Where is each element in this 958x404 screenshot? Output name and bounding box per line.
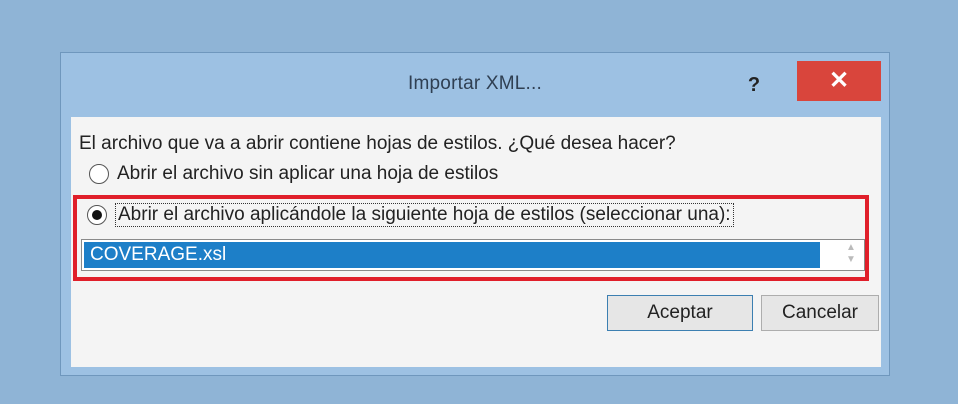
dialog-body: El archivo que va a abrir contiene hojas…: [71, 117, 881, 367]
stylesheet-item-selected[interactable]: COVERAGE.xsl: [84, 242, 820, 268]
cancel-button[interactable]: Cancelar: [761, 295, 879, 331]
prompt-text: El archivo que va a abrir contiene hojas…: [79, 133, 676, 154]
option-no-stylesheet-label: Abrir el archivo sin aplicar una hoja de…: [117, 163, 499, 184]
import-xml-dialog: Importar XML... ? ✕ El archivo que va a …: [60, 52, 890, 376]
option-no-stylesheet[interactable]: Abrir el archivo sin aplicar una hoja de…: [89, 163, 498, 185]
close-icon: ✕: [828, 67, 850, 94]
title-bar[interactable]: Importar XML... ? ✕: [61, 53, 889, 117]
radio-apply-stylesheet[interactable]: [87, 205, 107, 225]
ok-button[interactable]: Aceptar: [607, 295, 753, 331]
radio-no-stylesheet[interactable]: [89, 164, 109, 184]
option-apply-stylesheet-label: Abrir el archivo aplicándole la siguient…: [115, 203, 734, 227]
option-apply-stylesheet[interactable]: Abrir el archivo aplicándole la siguient…: [87, 203, 734, 227]
close-button[interactable]: ✕: [797, 61, 881, 101]
list-scroll-arrows-icon[interactable]: ▲ ▼: [840, 242, 862, 268]
help-button[interactable]: ?: [739, 71, 769, 99]
stylesheet-list[interactable]: COVERAGE.xsl ▲ ▼: [81, 239, 865, 271]
